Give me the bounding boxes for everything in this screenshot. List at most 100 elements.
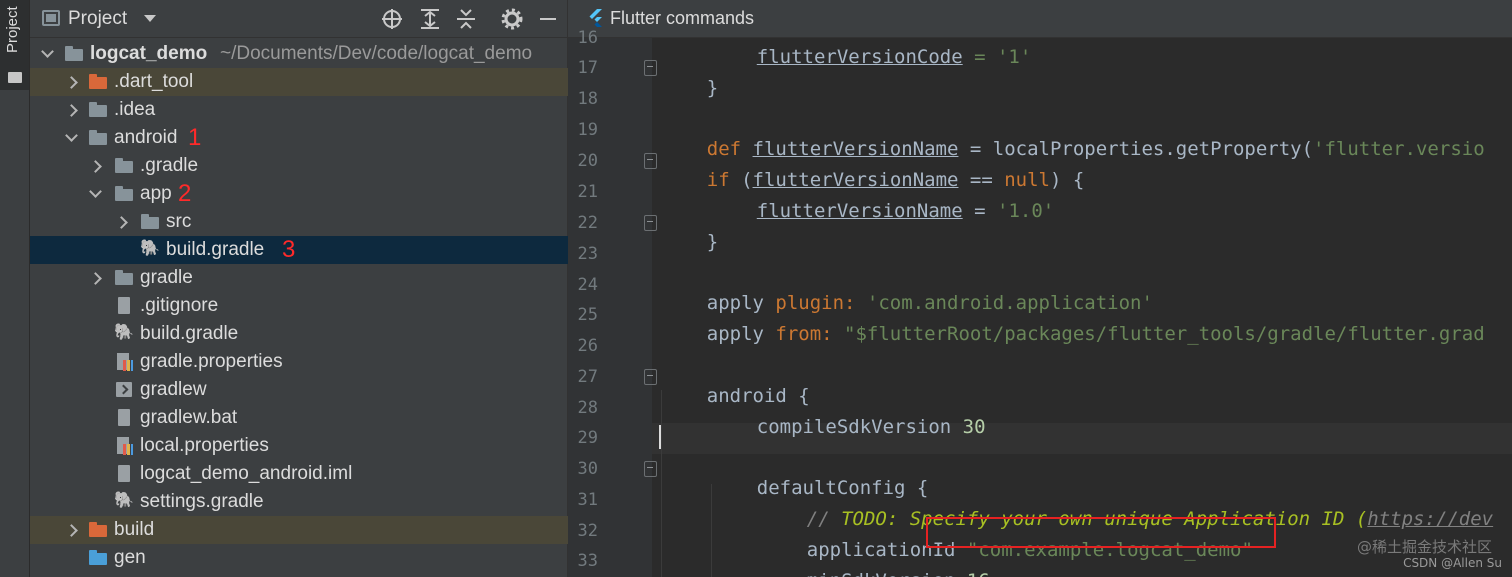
expand-all-icon[interactable] bbox=[418, 7, 442, 31]
tree-item-label: gradlew.bat bbox=[140, 407, 238, 428]
line-number: 20 bbox=[577, 151, 598, 171]
tree-item-label: build bbox=[114, 519, 155, 540]
project-tool-tab[interactable]: Project bbox=[0, 0, 29, 90]
module-folder-icon bbox=[64, 45, 84, 63]
tree-item-idea[interactable]: .idea bbox=[30, 96, 568, 124]
tree-item-settings-gradle[interactable]: settings.gradle bbox=[30, 488, 568, 516]
tree-item-label: build.gradle bbox=[166, 239, 265, 260]
code-token: '1.0' bbox=[997, 200, 1055, 222]
code-line-33: minSdkVersion 16 bbox=[761, 548, 990, 577]
line-number: 19 bbox=[577, 120, 598, 140]
tree-item-dart-tool[interactable]: .dart_tool bbox=[30, 68, 568, 96]
line-number: 31 bbox=[577, 490, 598, 510]
code-token: ) { bbox=[1049, 169, 1085, 191]
tree-item-android[interactable]: android 1 bbox=[30, 124, 568, 152]
project-panel: Project logcat_demo ~/Documents/Dev/code… bbox=[30, 0, 568, 577]
code-line-24: apply plugin: 'com.android.application' bbox=[661, 270, 1153, 314]
fold-marker-icon[interactable] bbox=[644, 461, 658, 477]
code-token: apply bbox=[706, 323, 776, 345]
chevron-down-icon[interactable] bbox=[88, 184, 102, 204]
tree-item-label: src bbox=[166, 211, 192, 232]
tree-item-gradlew-bat[interactable]: gradlew.bat bbox=[30, 404, 568, 432]
tree-item-label: settings.gradle bbox=[140, 491, 264, 512]
minimize-icon[interactable] bbox=[536, 7, 560, 31]
annotation-highlight-box bbox=[926, 517, 1276, 548]
gear-icon[interactable] bbox=[500, 7, 524, 31]
code-line-31: // TODO: Specify your own unique Applica… bbox=[761, 486, 1493, 530]
locate-icon[interactable] bbox=[380, 7, 404, 31]
file-icon bbox=[114, 297, 134, 315]
tree-item-label: local.properties bbox=[140, 435, 269, 456]
line-number: 24 bbox=[577, 275, 598, 295]
tree-item-label: .gitignore bbox=[140, 295, 219, 316]
tree-item-label: android bbox=[114, 127, 178, 148]
chevron-down-icon[interactable] bbox=[40, 44, 54, 64]
fold-marker-icon[interactable] bbox=[644, 369, 658, 385]
tree-item-build[interactable]: build bbox=[30, 516, 568, 544]
collapse-all-icon[interactable] bbox=[454, 7, 478, 31]
code-line-20: if (flutterVersionName == null) { bbox=[661, 147, 1085, 191]
tree-item-app[interactable]: app 2 bbox=[30, 180, 568, 208]
chevron-down-icon[interactable] bbox=[64, 128, 78, 148]
tree-item-local-properties[interactable]: local.properties bbox=[30, 432, 568, 460]
tree-item-label: .dart_tool bbox=[114, 71, 194, 92]
code-line-28: compileSdkVersion 30 bbox=[711, 394, 986, 438]
chevron-right-icon[interactable] bbox=[88, 156, 102, 176]
properties-icon bbox=[114, 437, 134, 455]
module-file-icon bbox=[114, 465, 134, 483]
line-number: 17 bbox=[577, 58, 598, 78]
gradle-icon bbox=[114, 325, 134, 343]
editor-tab-bar: Flutter commands bbox=[568, 0, 1512, 38]
tree-item-gradlew[interactable]: gradlew bbox=[30, 376, 568, 404]
folder-icon bbox=[8, 72, 22, 83]
code-token[interactable]: https://dev bbox=[1367, 508, 1493, 530]
fold-marker-icon[interactable] bbox=[644, 215, 658, 231]
line-number: 30 bbox=[577, 459, 598, 479]
tree-item-build-gradle[interactable]: build.gradle bbox=[30, 320, 568, 348]
chevron-right-icon[interactable] bbox=[64, 72, 78, 92]
tree-item-path: ~/Documents/Dev/code/logcat_demo bbox=[220, 43, 533, 64]
line-number: 28 bbox=[577, 398, 598, 418]
code-editor[interactable]: Flutter commands 16 17 18 19 20 21 22 23… bbox=[568, 0, 1512, 577]
folder-icon bbox=[114, 269, 134, 287]
fold-marker-icon[interactable] bbox=[644, 153, 658, 169]
code-token: } bbox=[706, 77, 719, 99]
chevron-down-icon[interactable] bbox=[144, 15, 156, 22]
chevron-right-icon[interactable] bbox=[88, 268, 102, 288]
tree-item-gradle-properties[interactable]: gradle.properties bbox=[30, 348, 568, 376]
tree-item-gitignore[interactable]: .gitignore bbox=[30, 292, 568, 320]
line-number: 32 bbox=[577, 521, 598, 541]
code-line-21: flutterVersionName = '1.0' bbox=[711, 178, 1054, 222]
tree-item-logcat-demo[interactable]: logcat_demo ~/Documents/Dev/code/logcat_… bbox=[30, 40, 568, 68]
chevron-right-icon[interactable] bbox=[114, 212, 128, 232]
code-line-22: } bbox=[661, 209, 718, 253]
tree-item-label: .gradle bbox=[140, 155, 199, 176]
annotation-mark: 1 bbox=[188, 124, 202, 151]
code-line-25: apply from: "$flutterRoot/packages/flutt… bbox=[661, 301, 1485, 345]
code-token: flutterVersionCode bbox=[756, 46, 963, 68]
tree-item-src[interactable]: src bbox=[30, 208, 568, 236]
terminal-icon bbox=[114, 381, 134, 399]
code-line-19: def flutterVersionName = localProperties… bbox=[661, 116, 1485, 160]
folder-icon bbox=[114, 185, 134, 203]
tree-item-gen[interactable]: gen bbox=[30, 544, 568, 572]
line-number: 23 bbox=[577, 244, 598, 264]
line-number: 18 bbox=[577, 89, 598, 109]
chevron-right-icon[interactable] bbox=[64, 520, 78, 540]
line-number: 33 bbox=[577, 551, 598, 571]
tree-item-iml[interactable]: logcat_demo_android.iml bbox=[30, 460, 568, 488]
watermark-credit: CSDN @Allen Su bbox=[1403, 556, 1502, 570]
tree-item-gradle-folder[interactable]: gradle bbox=[30, 264, 568, 292]
tree-item-label: app bbox=[140, 183, 172, 204]
watermark: @稀土掘金技术社区 bbox=[1356, 538, 1492, 556]
line-number: 26 bbox=[577, 336, 598, 356]
panel-title[interactable]: Project bbox=[68, 8, 127, 30]
tree-item-app-build-gradle[interactable]: build.gradle 3 bbox=[30, 236, 568, 264]
fold-marker-icon[interactable] bbox=[644, 60, 658, 76]
tree-item-dot-gradle[interactable]: .gradle bbox=[30, 152, 568, 180]
code-token: = '1' bbox=[962, 46, 1032, 68]
line-number: 22 bbox=[577, 213, 598, 233]
tree-item-label: logcat_demo bbox=[90, 43, 208, 64]
chevron-right-icon[interactable] bbox=[64, 100, 78, 120]
annotation-mark: 2 bbox=[178, 180, 192, 207]
